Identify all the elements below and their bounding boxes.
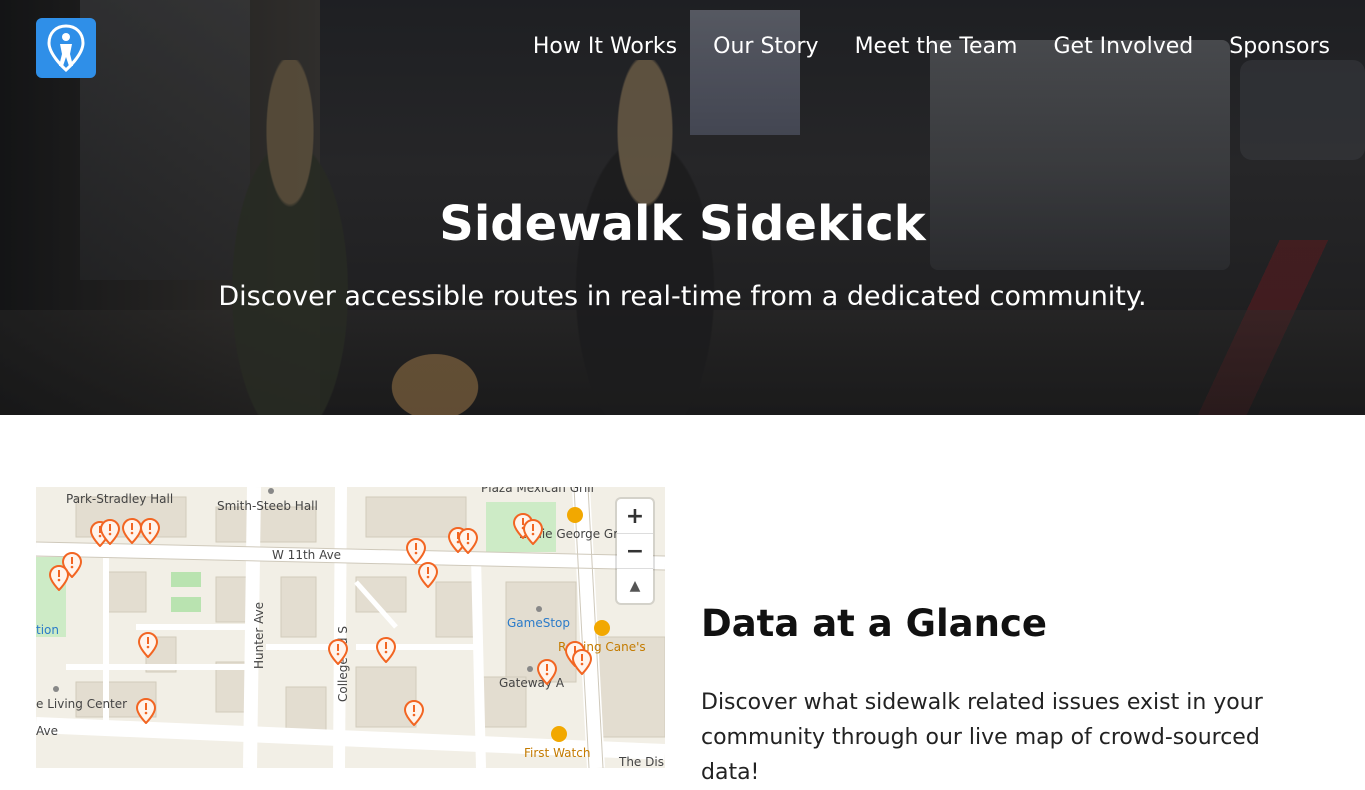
issue-pin-icon[interactable] bbox=[536, 658, 558, 686]
issue-pin-icon[interactable] bbox=[522, 518, 544, 546]
map-zoom-controls: + − ▲ bbox=[617, 499, 653, 603]
map-label-gamestop: GameStop bbox=[507, 616, 571, 630]
nav-how-it-works[interactable]: How It Works bbox=[533, 34, 677, 59]
map-label-smith-steeb: Smith-Steeb Hall bbox=[217, 499, 318, 513]
issue-pin-icon[interactable] bbox=[137, 631, 159, 659]
main-nav: How It Works Our Story Meet the Team Get… bbox=[533, 34, 1330, 59]
nav-meet-the-team[interactable]: Meet the Team bbox=[855, 34, 1018, 59]
issue-pin-icon[interactable] bbox=[403, 699, 425, 727]
nav-our-story[interactable]: Our Story bbox=[713, 34, 818, 59]
issue-pin-icon[interactable] bbox=[121, 517, 143, 545]
section-title: Data at a Glance bbox=[701, 602, 1047, 645]
map-label-tion: tion bbox=[36, 623, 59, 637]
issue-pin-icon[interactable] bbox=[417, 561, 439, 589]
hero-banner: How It Works Our Story Meet the Team Get… bbox=[0, 0, 1365, 415]
pin-person-logo-icon bbox=[47, 24, 85, 72]
map-label-park-stradley: Park-Stradley Hall bbox=[66, 492, 174, 506]
issue-pin-icon[interactable] bbox=[139, 517, 161, 545]
hero-title: Sidewalk Sidekick bbox=[439, 196, 926, 252]
issue-pin-icon[interactable] bbox=[571, 648, 593, 676]
hero-subtitle: Discover accessible routes in real-time … bbox=[218, 281, 1147, 312]
nav-get-involved[interactable]: Get Involved bbox=[1053, 34, 1193, 59]
map-label-plaza: Plaza Mexican Grill bbox=[481, 487, 594, 495]
nav-sponsors[interactable]: Sponsors bbox=[1229, 34, 1330, 59]
issue-pin-icon[interactable] bbox=[457, 527, 479, 555]
map-label-ave: Ave bbox=[36, 724, 58, 738]
zoom-in-button[interactable]: + bbox=[617, 499, 653, 534]
section-body: Discover what sidewalk related issues ex… bbox=[701, 690, 1263, 785]
map-label-living-center: e Living Center bbox=[36, 697, 128, 711]
map-label-w11th: W 11th Ave bbox=[272, 548, 342, 562]
map-label-the-dis: The Dis bbox=[619, 755, 664, 768]
map-label-hunter-ave: Hunter Ave bbox=[252, 601, 266, 669]
issue-pin-icon[interactable] bbox=[327, 638, 349, 666]
site-logo[interactable] bbox=[36, 18, 96, 78]
issues-map[interactable]: Park-Stradley Hall Smith-Steeb Hall W 11… bbox=[36, 487, 665, 768]
compass-icon: ▲ bbox=[629, 578, 641, 594]
map-label-first-watch: First Watch bbox=[524, 746, 591, 760]
issue-pin-icon[interactable] bbox=[135, 697, 157, 725]
issue-pin-icon[interactable] bbox=[405, 537, 427, 565]
issue-pin-icon[interactable] bbox=[375, 636, 397, 664]
issue-pin-icon[interactable] bbox=[99, 518, 121, 546]
issue-pin-icon[interactable] bbox=[48, 564, 70, 592]
compass-reset-button[interactable]: ▲ bbox=[617, 569, 653, 603]
zoom-out-button[interactable]: − bbox=[617, 534, 653, 569]
